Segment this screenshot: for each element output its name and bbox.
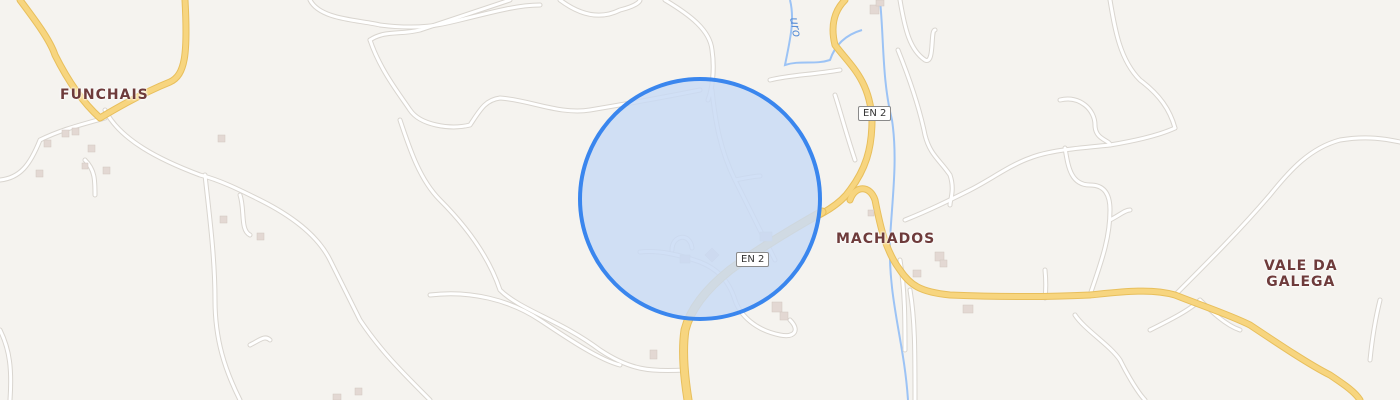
location-accuracy-circle [578, 77, 822, 321]
river-label: uro [787, 16, 804, 38]
place-label-machados: MACHADOS [836, 231, 936, 247]
place-label-vale-da-galega-line1: VALE DA [1264, 258, 1338, 274]
map-canvas[interactable]: uro [0, 0, 1400, 400]
buildings [35, 0, 974, 400]
place-label-vale-da-galega-line2: GALEGA [1266, 274, 1336, 290]
place-label-vale-da-galega: VALE DA GALEGA [1264, 258, 1338, 290]
road-shield-en2-upper: EN 2 [858, 106, 892, 121]
place-label-funchais: FUNCHAIS [60, 87, 149, 103]
road-shield-en2-lower: EN 2 [736, 252, 770, 267]
map-view[interactable]: uro FUNCHAIS MACHADOS VALE DA GALEGA EN … [0, 0, 1400, 400]
